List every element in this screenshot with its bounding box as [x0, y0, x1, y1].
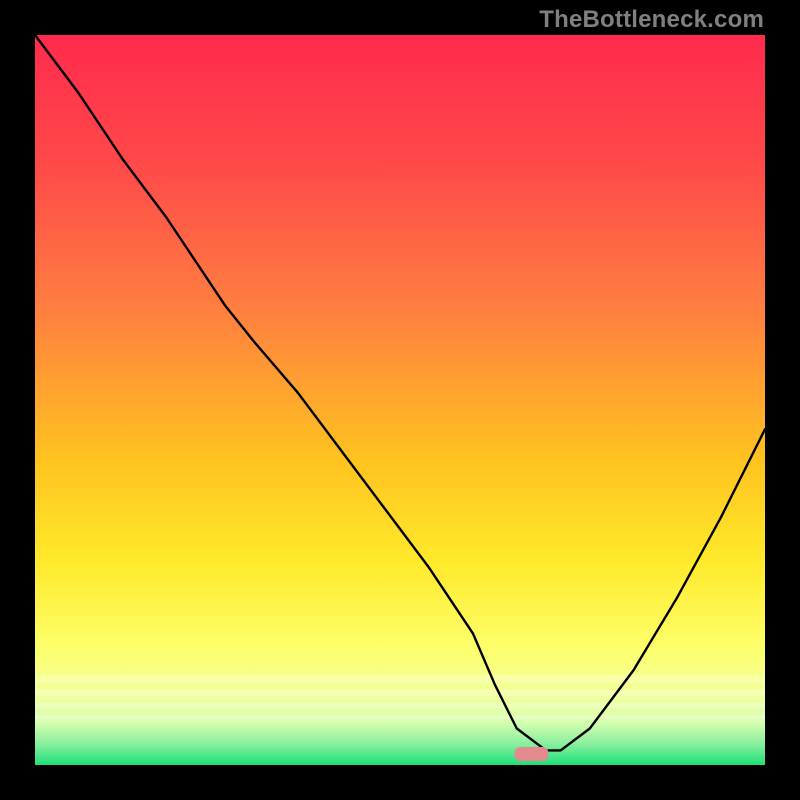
watermark-text: TheBottleneck.com — [539, 6, 764, 34]
chart-frame: TheBottleneck.com — [0, 0, 800, 800]
optimal-marker — [514, 747, 548, 761]
bottleneck-chart — [35, 35, 765, 765]
gradient-background — [35, 35, 765, 765]
